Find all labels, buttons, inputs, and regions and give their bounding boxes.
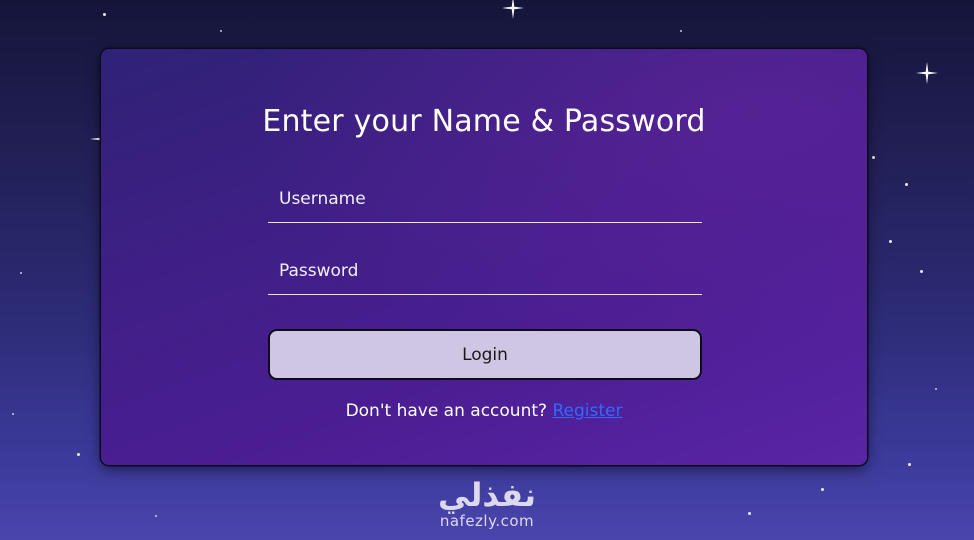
login-card: Enter your Name & Password Login Don't h… [101,49,867,465]
brand-logo-arabic: نفذلي [438,476,536,514]
password-field [268,248,702,295]
username-field [268,176,702,223]
brand-watermark: نفذلي nafezly.com [0,478,974,530]
password-input[interactable] [268,248,702,294]
form-title: Enter your Name & Password [262,104,706,139]
signup-prompt-text: Don't have an account? [345,401,548,421]
username-input[interactable] [268,176,702,222]
login-button[interactable]: Login [268,329,702,380]
register-link[interactable]: Register [552,401,622,421]
signup-prompt: Don't have an account? Register [101,401,867,421]
brand-logo-latin: nafezly.com [439,512,535,530]
